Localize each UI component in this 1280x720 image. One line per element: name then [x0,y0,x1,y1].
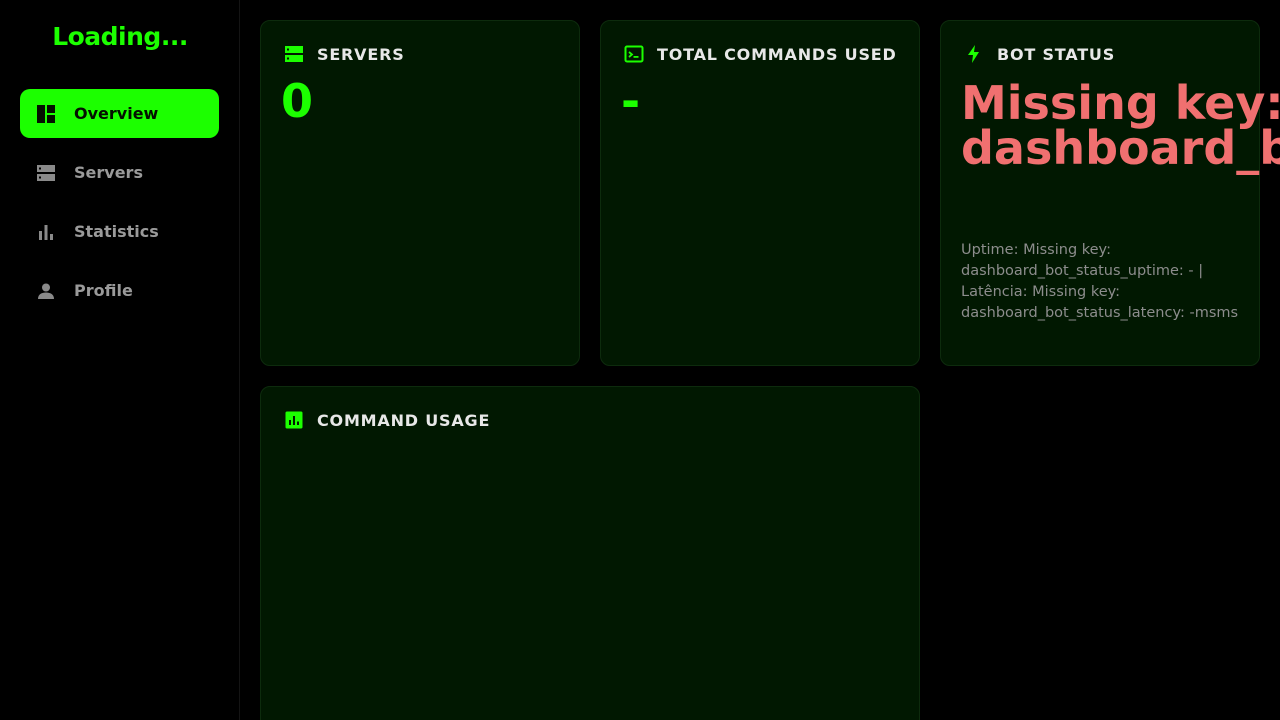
card-title: TOTAL COMMANDS USED [657,44,897,64]
dashboard-app: Loading... Overview Servers Statistics P… [0,0,1280,720]
servers-card: SERVERS 0 [260,20,580,366]
card-title: BOT STATUS [997,44,1116,64]
sidebar-item-statistics[interactable]: Statistics [20,207,219,256]
person-icon [36,281,56,301]
bot-status-details: Uptime: Missing key: dashboard_bot_statu… [961,242,1239,321]
chart-icon [283,409,305,431]
sidebar-nav: Overview Servers Statistics Profile [20,89,219,325]
card-header: SERVERS [283,43,405,65]
sidebar-item-profile[interactable]: Profile [20,266,219,315]
commands-count: - [621,74,641,128]
server-icon [36,163,56,183]
card-header: TOTAL COMMANDS USED [623,43,897,65]
bolt-icon [963,43,985,65]
card-title: COMMAND USAGE [317,410,491,430]
card-header: BOT STATUS [963,43,1115,65]
commands-card: TOTAL COMMANDS USED - [600,20,920,366]
server-icon [283,43,305,65]
sidebar: Loading... Overview Servers Statistics P… [0,0,240,720]
bot-status-value: Missing key: dashboard_b [961,76,1280,176]
sidebar-item-label: Statistics [74,222,159,241]
sidebar-item-label: Profile [74,281,133,300]
bot-status-card: BOT STATUS Missing key: dashboard_b Upti… [940,20,1280,366]
card-title: SERVERS [317,44,405,64]
sidebar-item-overview[interactable]: Overview [20,89,219,138]
brand-title: Loading... [52,22,188,51]
command-usage-card: COMMAND USAGE [260,386,920,720]
terminal-icon [623,43,645,65]
bar-chart-icon [36,222,56,242]
sidebar-item-label: Overview [74,104,159,123]
sidebar-item-servers[interactable]: Servers [20,148,219,197]
dashboard-icon [36,104,56,124]
card-header: COMMAND USAGE [283,409,490,431]
sidebar-item-label: Servers [74,163,143,182]
servers-count: 0 [281,74,314,128]
